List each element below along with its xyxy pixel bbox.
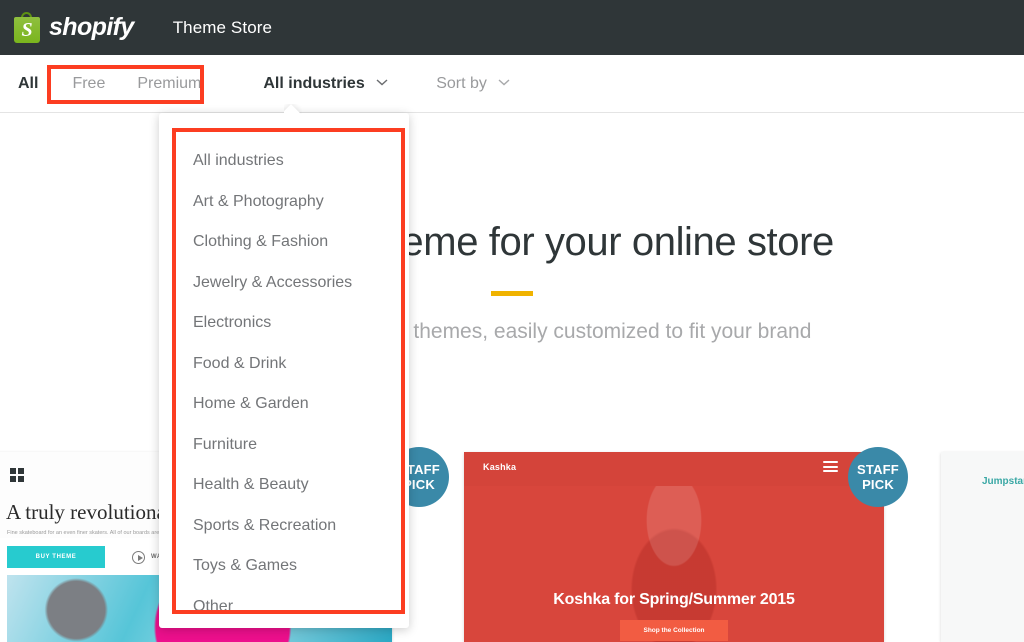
staff-pick-line2: PICK	[862, 477, 894, 492]
dropdown-item[interactable]: Jewelry & Accessories	[159, 263, 409, 304]
staff-pick-badge: STAFF PICK	[848, 447, 908, 507]
filter-sort-by-label: Sort by	[436, 74, 487, 92]
dropdown-item-list: All industries Art & Photography Clothing …	[159, 113, 409, 627]
app-header: S shopify Theme Store	[0, 0, 1024, 55]
filter-nav: All Free Premium All industries Sort by	[0, 55, 1024, 113]
kashka-tagline: Koshka for Spring/Summer 2015	[553, 591, 795, 608]
shopify-wordmark: shopify	[49, 13, 134, 41]
kashka-brand: Kashka	[483, 462, 517, 472]
dropdown-item[interactable]: Clothing & Fashion	[159, 222, 409, 263]
kashka-preview-navbar	[464, 452, 884, 486]
tab-free[interactable]: Free	[72, 75, 105, 93]
chevron-down-icon	[498, 78, 510, 86]
hamburger-menu-icon[interactable]	[823, 461, 838, 472]
dropdown-item[interactable]: Food & Drink	[159, 344, 409, 385]
grid-logo-icon	[10, 468, 26, 482]
hero-subtitle: Beautiful, responsive themes, easily cus…	[212, 320, 812, 343]
theme-card-kashka[interactable]: Kashka Koshka for Spring/Summer 2015 Sho…	[464, 452, 884, 642]
jumpstart-brand: Jumpstart	[982, 476, 1024, 487]
dropdown-item[interactable]: Art & Photography	[159, 182, 409, 223]
chevron-down-icon	[376, 78, 388, 86]
theme-preview-jumpstart: Jumpstart	[941, 452, 1024, 642]
theme-store-page: S shopify Theme Store All Free Premium A…	[0, 0, 1024, 642]
dropdown-pointer-arrow	[284, 104, 302, 114]
staff-pick-line1: STAFF	[857, 462, 899, 477]
hero-title: Choose a theme for your online store	[190, 220, 834, 264]
dropdown-item[interactable]: Sports & Recreation	[159, 506, 409, 547]
filter-all-industries[interactable]: All industries	[263, 75, 388, 93]
hero-divider	[491, 291, 533, 296]
dropdown-item[interactable]: Health & Beauty	[159, 465, 409, 506]
dropdown-item[interactable]: Electronics	[159, 303, 409, 344]
dropdown-item[interactable]: Furniture	[159, 425, 409, 466]
play-icon	[132, 550, 145, 564]
all-industries-dropdown[interactable]: All industries Art & Photography Clothing …	[159, 113, 409, 628]
page-title: Theme Store	[172, 17, 273, 37]
buy-theme-button[interactable]: BUY THEME	[7, 546, 105, 568]
shopify-bag-icon: S	[14, 12, 40, 43]
dropdown-item[interactable]: All industries	[159, 141, 409, 182]
kashka-hero-image	[601, 486, 747, 642]
theme-card-jumpstart[interactable]: Jumpstart	[941, 452, 1024, 642]
filter-all-industries-label: All industries	[263, 74, 365, 92]
tab-premium[interactable]: Premium	[137, 75, 201, 93]
shopify-logo[interactable]: S shopify	[14, 12, 134, 43]
dropdown-item[interactable]: Toys & Games	[159, 546, 409, 587]
tab-all[interactable]: All	[18, 75, 38, 93]
dropdown-item[interactable]: Other	[159, 587, 409, 628]
theme-preview-kashka: Kashka Koshka for Spring/Summer 2015 Sho…	[464, 452, 884, 642]
dropdown-item[interactable]: Home & Garden	[159, 384, 409, 425]
shop-collection-button[interactable]: Shop the Collection	[620, 620, 728, 641]
hero-section: Choose a theme for your online store Bea…	[0, 114, 1024, 440]
filter-sort-by[interactable]: Sort by	[436, 75, 510, 93]
